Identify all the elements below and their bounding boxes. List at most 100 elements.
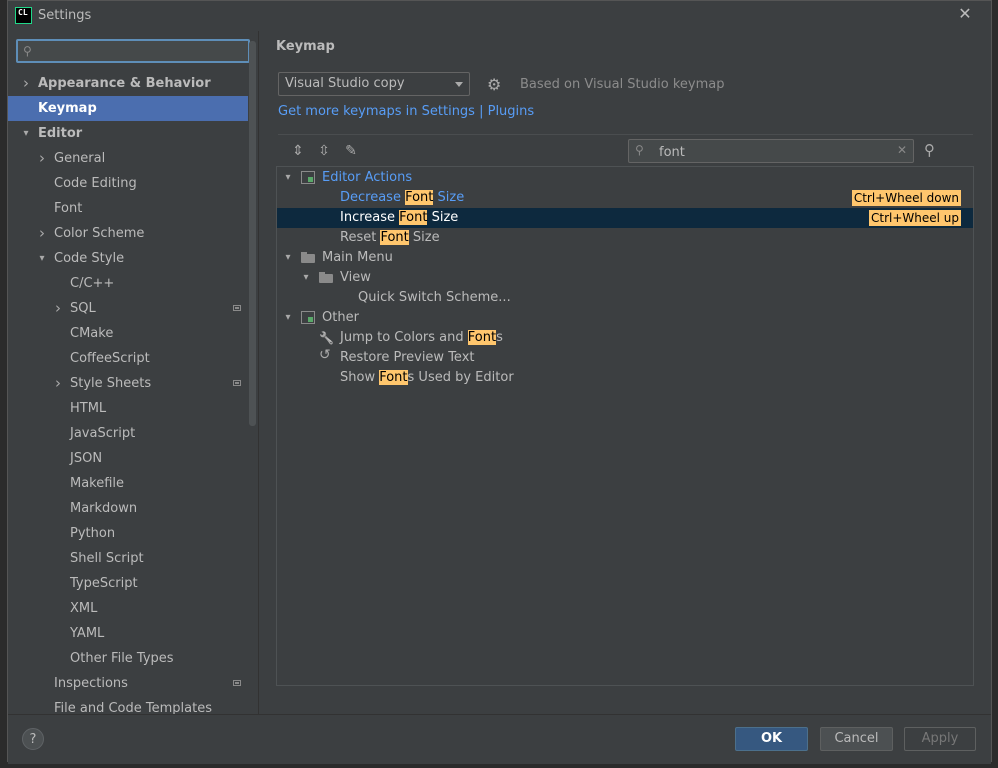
sidebar-scrollbar[interactable] <box>249 31 256 631</box>
chevron-down-icon[interactable]: ▾ <box>282 168 294 188</box>
sidebar-item-code-style[interactable]: ▾ Code Style <box>8 246 248 271</box>
action-filter-input[interactable] <box>657 142 891 162</box>
sidebar-item-editor[interactable]: ▾ Editor <box>8 121 248 146</box>
collapse-all-icon[interactable]: ⇳ <box>315 142 333 160</box>
chevron-right-icon[interactable]: › <box>36 146 48 171</box>
sidebar-item-yaml[interactable]: YAML <box>8 621 248 646</box>
sidebar-item-label: General <box>54 151 106 166</box>
action-filter-field[interactable]: ⚲ ✕ <box>628 139 914 163</box>
action-label: Show Fonts Used by Editor <box>340 368 514 388</box>
action-row[interactable]: ▾ View <box>277 268 973 288</box>
settings-search-field[interactable]: ⚲ <box>16 39 250 63</box>
sidebar-item-font[interactable]: Font <box>8 196 248 221</box>
get-more-keymaps-link[interactable]: Get more keymaps in Settings | Plugins <box>278 104 534 119</box>
sidebar-item-appearance-behavior[interactable]: › Appearance & Behavior <box>8 71 248 96</box>
chevron-right-icon[interactable]: › <box>20 71 32 96</box>
action-label: Increase Font Size <box>340 208 458 228</box>
action-label-text: Other <box>322 310 359 325</box>
search-match-highlight: Font <box>379 370 408 385</box>
sidebar-item-typescript[interactable]: TypeScript <box>8 571 248 596</box>
chevron-right-icon[interactable]: › <box>52 296 64 321</box>
settings-sidebar: ⚲ › Appearance & Behavior Keymap ▾ Editor › Ge… <box>8 31 259 714</box>
clear-icon[interactable]: ✕ <box>897 143 907 157</box>
sidebar-item-shell-script[interactable]: Shell Script <box>8 546 248 571</box>
settings-tree: › Appearance & Behavior Keymap ▾ Editor › Gene… <box>8 71 248 714</box>
project-scope-icon <box>233 305 241 311</box>
action-label-text: Main Menu <box>322 250 393 265</box>
action-label-text: Show <box>340 370 380 385</box>
sidebar-item-file-and-code-templates[interactable]: File and Code Templates <box>8 696 248 714</box>
sidebar-item-javascript[interactable]: JavaScript <box>8 421 248 446</box>
action-row[interactable]: Quick Switch Scheme... <box>277 288 973 308</box>
settings-search-input[interactable] <box>42 42 246 62</box>
action-row[interactable]: Increase Font Size Ctrl+Wheel up <box>277 208 973 228</box>
sidebar-item-label: JavaScript <box>70 426 136 441</box>
sidebar-item-label: Inspections <box>54 676 128 691</box>
action-row[interactable]: ▾ Main Menu <box>277 248 973 268</box>
help-button[interactable]: ? <box>22 728 44 750</box>
chevron-down-icon[interactable]: ▾ <box>300 268 312 288</box>
close-icon[interactable]: ✕ <box>957 6 973 22</box>
sidebar-item-coffeescript[interactable]: CoffeeScript <box>8 346 248 371</box>
project-scope-icon <box>233 680 241 686</box>
sidebar-item-label: Font <box>54 201 83 216</box>
expand-all-icon[interactable]: ⇕ <box>289 142 307 160</box>
undo-icon: ↺ <box>319 347 331 363</box>
action-label: View <box>340 268 371 288</box>
sidebar-item-label: Style Sheets <box>70 376 152 391</box>
action-row[interactable]: ▾ Editor Actions <box>277 168 973 188</box>
gear-icon[interactable]: ⚙ <box>487 75 501 94</box>
action-row[interactable]: ▾ Other <box>277 308 973 328</box>
action-row[interactable]: Decrease Font Size Ctrl+Wheel down <box>277 188 973 208</box>
sidebar-item-label: Code Editing <box>54 176 137 191</box>
action-row[interactable]: Show Fonts Used by Editor <box>277 368 973 388</box>
find-by-shortcut-icon[interactable]: ⚲ <box>924 141 935 159</box>
edit-shortcut-icon[interactable]: ✎ <box>342 142 360 160</box>
shortcut-badge: Ctrl+Wheel up <box>868 210 961 226</box>
action-label-text: Editor Actions <box>322 170 413 185</box>
chevron-down-icon[interactable]: ▾ <box>20 121 32 146</box>
chevron-right-icon[interactable]: › <box>52 371 64 396</box>
background-edge-right <box>992 0 998 768</box>
sidebar-item-style-sheets[interactable]: › Style Sheets <box>8 371 248 396</box>
action-label-text: Jump to Colors and <box>340 330 468 345</box>
ok-button[interactable]: OK <box>735 727 808 751</box>
chevron-down-icon[interactable]: ▾ <box>282 248 294 268</box>
sidebar-item-general[interactable]: › General <box>8 146 248 171</box>
sidebar-item-keymap[interactable]: Keymap <box>8 96 248 121</box>
sidebar-item-inspections[interactable]: Inspections <box>8 671 248 696</box>
action-row[interactable]: 🔧 Jump to Colors and Fonts <box>277 328 973 348</box>
search-icon: ⚲ <box>23 44 32 58</box>
apply-button[interactable]: Apply <box>904 727 976 751</box>
action-label: Editor Actions <box>322 168 412 188</box>
sidebar-item-label: YAML <box>70 626 105 641</box>
sidebar-item-xml[interactable]: XML <box>8 596 248 621</box>
sidebar-scrollbar-thumb[interactable] <box>249 41 256 426</box>
sidebar-item-other-file-types[interactable]: Other File Types <box>8 646 248 671</box>
sidebar-item-label: JSON <box>70 451 103 466</box>
sidebar-item-label: Color Scheme <box>54 226 145 241</box>
action-label: Other <box>322 308 359 328</box>
sidebar-item-color-scheme[interactable]: › Color Scheme <box>8 221 248 246</box>
sidebar-item-markdown[interactable]: Markdown <box>8 496 248 521</box>
chevron-down-icon[interactable]: ▾ <box>282 308 294 328</box>
action-row[interactable]: ↺ Restore Preview Text <box>277 348 973 368</box>
action-label: Jump to Colors and Fonts <box>340 328 503 348</box>
sidebar-item-code-editing[interactable]: Code Editing <box>8 171 248 196</box>
sidebar-item-python[interactable]: Python <box>8 521 248 546</box>
project-scope-icon <box>233 380 241 386</box>
sidebar-item-sql[interactable]: › SQL <box>8 296 248 321</box>
sidebar-item-label: Code Style <box>54 251 125 266</box>
action-row[interactable]: Reset Font Size <box>277 228 973 248</box>
sidebar-item-html[interactable]: HTML <box>8 396 248 421</box>
search-match-highlight: Font <box>399 210 428 225</box>
sidebar-item-makefile[interactable]: Makefile <box>8 471 248 496</box>
keymap-scheme-select[interactable]: Visual Studio copy <box>278 72 470 96</box>
cancel-button[interactable]: Cancel <box>820 727 893 751</box>
chevron-right-icon[interactable]: › <box>36 221 48 246</box>
sidebar-item-json[interactable]: JSON <box>8 446 248 471</box>
chevron-down-icon[interactable]: ▾ <box>36 246 48 271</box>
sidebar-item-label: Makefile <box>70 476 125 491</box>
sidebar-item-cmake[interactable]: CMake <box>8 321 248 346</box>
sidebar-item-c-c[interactable]: C/C++ <box>8 271 248 296</box>
